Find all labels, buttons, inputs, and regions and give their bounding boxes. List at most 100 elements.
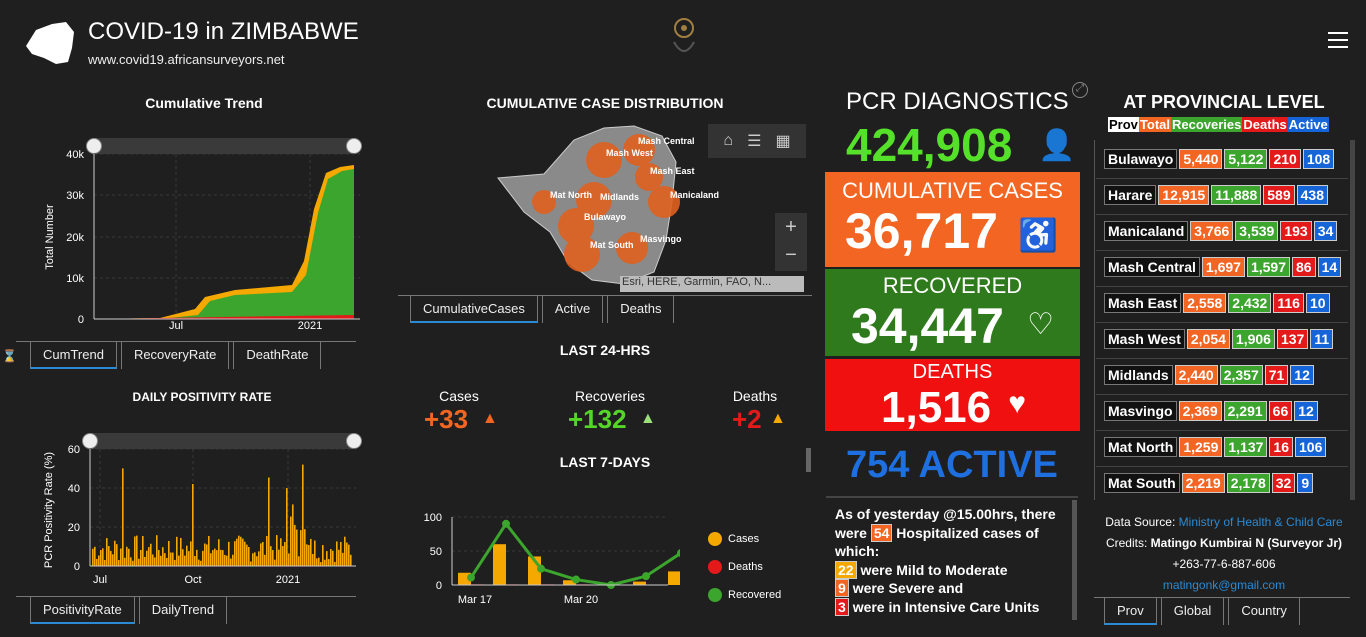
deaths-legend-icon bbox=[708, 560, 722, 574]
positivity-bar bbox=[164, 553, 166, 566]
positivity-bar bbox=[160, 555, 162, 566]
province-row[interactable]: Harare 12,915 11,888 589 438 bbox=[1104, 184, 1328, 206]
province-deaths: 16 bbox=[1269, 437, 1293, 457]
pos-xtick: Oct bbox=[184, 574, 201, 586]
tab-country[interactable]: Country bbox=[1228, 598, 1300, 625]
home-icon[interactable]: ⌂ bbox=[723, 132, 733, 150]
cases-bar bbox=[668, 571, 680, 585]
tab-deathrate[interactable]: DeathRate bbox=[233, 342, 322, 369]
positivity-bar bbox=[204, 543, 206, 566]
hospital-note: As of yesterday @15.00hrs, there were 54… bbox=[835, 505, 1071, 616]
panel-scrollbar[interactable] bbox=[806, 448, 811, 472]
map-toolbar: ⌂ ☰ ▦ bbox=[708, 124, 806, 158]
legend-deaths[interactable]: Deaths bbox=[708, 560, 763, 574]
legend-active: Active bbox=[1287, 117, 1329, 132]
trend-xtick: 2021 bbox=[298, 320, 322, 332]
cumulative-trend-chart: 40k 30k 20k 10k 0 Jul 2021 Total Number bbox=[44, 149, 360, 332]
recovered-point bbox=[467, 573, 475, 582]
positivity-bar bbox=[214, 548, 216, 566]
province-deaths: 116 bbox=[1273, 293, 1304, 313]
deaths-label: DEATHS bbox=[912, 361, 993, 383]
province-name: Mash West bbox=[1104, 329, 1185, 349]
province-active: 106 bbox=[1295, 437, 1327, 457]
positivity-bar bbox=[222, 550, 224, 566]
positivity-bar bbox=[236, 538, 238, 566]
source-link[interactable]: Ministry of Health & Child Care bbox=[1179, 515, 1343, 529]
zimbabwe-logo-icon bbox=[26, 22, 74, 64]
province-active: 11 bbox=[1310, 329, 1334, 349]
tab-active[interactable]: Active bbox=[541, 296, 604, 323]
cases-bar bbox=[633, 581, 646, 585]
tab-cumtrend[interactable]: CumTrend bbox=[30, 342, 117, 369]
tab-prov[interactable]: Prov bbox=[1104, 598, 1157, 625]
positivity-bar bbox=[346, 542, 348, 566]
positivity-bar bbox=[152, 554, 154, 566]
positivity-bar bbox=[108, 546, 110, 566]
province-deaths: 71 bbox=[1264, 365, 1289, 385]
positivity-bar bbox=[240, 536, 242, 566]
positivity-bar bbox=[168, 541, 170, 566]
positivity-bar bbox=[202, 550, 204, 566]
provincial-scrollbar[interactable] bbox=[1350, 140, 1355, 500]
pos-ytick: 0 bbox=[74, 561, 80, 573]
l7-xtick: Mar 20 bbox=[564, 594, 598, 606]
legend-recovered[interactable]: Recovered bbox=[708, 588, 781, 602]
expand-icon[interactable]: ⤢ bbox=[1072, 82, 1088, 98]
tab-deaths[interactable]: Deaths bbox=[607, 296, 675, 323]
province-row[interactable]: Bulawayo 5,440 5,122 210 108 bbox=[1104, 148, 1335, 170]
hamburger-menu-icon[interactable] bbox=[1328, 32, 1348, 48]
mild-count: 22 bbox=[835, 560, 857, 579]
note-scrollbar[interactable] bbox=[1072, 500, 1077, 620]
province-row[interactable]: Mash East 2,558 2,432 116 10 bbox=[1104, 292, 1330, 314]
positivity-bar bbox=[198, 559, 200, 566]
positivity-bar bbox=[258, 551, 260, 566]
positivity-bar bbox=[286, 488, 288, 566]
collapse-icon[interactable]: ⌛ bbox=[2, 349, 17, 363]
note-text: were Severe and bbox=[852, 580, 964, 596]
email-link[interactable]: matingonk@gmail.com bbox=[1096, 575, 1352, 596]
qr-icon[interactable]: ▦ bbox=[775, 131, 790, 151]
province-active: 12 bbox=[1294, 401, 1318, 421]
province-deaths: 32 bbox=[1271, 473, 1296, 493]
pos-ytick: 60 bbox=[68, 444, 80, 456]
positivity-bar bbox=[92, 548, 94, 566]
tab-cumulativecases[interactable]: CumulativeCases bbox=[410, 296, 538, 323]
province-deaths: 589 bbox=[1263, 185, 1295, 205]
positivity-bar bbox=[98, 555, 100, 566]
zoom-out-button[interactable]: − bbox=[775, 241, 807, 269]
tab-dailytrend[interactable]: DailyTrend bbox=[138, 597, 228, 624]
tab-recoveryrate[interactable]: RecoveryRate bbox=[120, 342, 230, 369]
recovered-value: 34,447 bbox=[851, 298, 1004, 354]
legend-label: Cases bbox=[728, 532, 760, 545]
province-row[interactable]: Mat North 1,259 1,137 16 106 bbox=[1104, 436, 1327, 458]
positivity-title: DAILY POSITIVITY RATE bbox=[132, 390, 272, 404]
province-row[interactable]: Mash West 2,054 1,906 137 11 bbox=[1104, 328, 1334, 350]
province-active: 438 bbox=[1296, 185, 1328, 205]
note-line: which: bbox=[835, 543, 880, 559]
province-deaths: 66 bbox=[1268, 401, 1293, 421]
positivity-bar bbox=[320, 562, 322, 566]
province-row[interactable]: Manicaland 3,766 3,539 193 34 bbox=[1104, 220, 1338, 242]
province-row[interactable]: Masvingo 2,369 2,291 66 12 bbox=[1104, 400, 1318, 422]
tab-positivityrate[interactable]: PositivityRate bbox=[30, 597, 135, 624]
trend-xtick: Jul bbox=[169, 320, 183, 332]
province-name: Mat North bbox=[1104, 437, 1178, 457]
zoom-in-button[interactable]: + bbox=[775, 213, 807, 241]
row-divider bbox=[1096, 430, 1348, 431]
list-icon[interactable]: ☰ bbox=[747, 131, 761, 151]
province-row[interactable]: Mat South 2,219 2,178 32 9 bbox=[1104, 472, 1314, 494]
positivity-bar bbox=[232, 554, 234, 566]
up-arrow-icon: ▲ bbox=[640, 410, 656, 427]
last24-cases-value: +33 bbox=[424, 404, 469, 434]
positivity-bar bbox=[238, 535, 240, 566]
legend-cases[interactable]: Cases bbox=[708, 532, 759, 546]
positivity-bar bbox=[254, 552, 256, 566]
tab-global[interactable]: Global bbox=[1160, 598, 1225, 625]
zoom-control: + − bbox=[775, 213, 807, 271]
province-row[interactable]: Mash Central 1,697 1,597 86 14 bbox=[1104, 256, 1342, 278]
province-row[interactable]: Midlands 2,440 2,357 71 12 bbox=[1104, 364, 1314, 386]
recovered-panel: RECOVERED 34,447 ♡ bbox=[825, 269, 1080, 356]
positivity-bar bbox=[104, 559, 106, 566]
province-total: 2,369 bbox=[1178, 401, 1222, 421]
positivity-bar bbox=[312, 554, 314, 566]
